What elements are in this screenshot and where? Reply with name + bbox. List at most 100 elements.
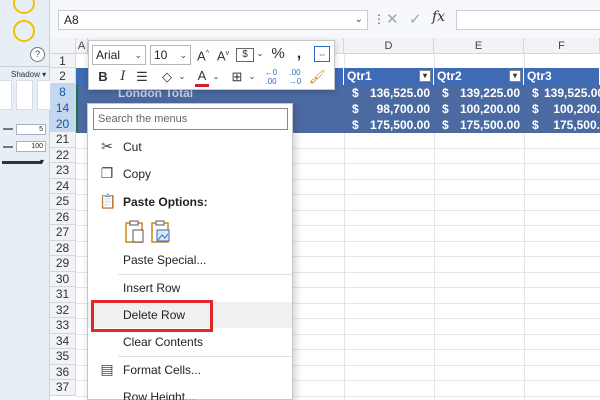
row-header-28[interactable]: 28: [50, 240, 76, 256]
bold-icon[interactable]: B: [96, 68, 110, 86]
merge-center-icon[interactable]: ⇔: [314, 46, 330, 62]
filter-dropdown-icon[interactable]: ▾: [419, 70, 431, 82]
cell-currency-symbol[interactable]: $: [352, 85, 359, 101]
cell-currency-symbol[interactable]: $: [352, 101, 359, 117]
row-header-26[interactable]: 26: [50, 209, 76, 225]
row-header-22[interactable]: 22: [50, 147, 76, 163]
circle-shape-icon[interactable]: [13, 0, 35, 14]
comma-style-icon[interactable]: ,: [293, 45, 305, 63]
column-header-d[interactable]: D: [344, 38, 434, 54]
row-header-31[interactable]: 31: [50, 287, 76, 303]
formula-input[interactable]: [456, 10, 600, 30]
chevron-down-icon[interactable]: ⌄: [179, 46, 187, 64]
row-header-25[interactable]: 25: [50, 194, 76, 210]
cell-value[interactable]: 175,500.: [544, 117, 600, 133]
check-icon[interactable]: ✓: [409, 10, 422, 28]
column-header-e[interactable]: E: [434, 38, 524, 54]
percent-style-icon[interactable]: %: [270, 45, 286, 63]
shadow-label[interactable]: Shadow ▾: [11, 70, 46, 79]
cell-currency-symbol[interactable]: $: [442, 101, 449, 117]
cell-currency-symbol[interactable]: $: [532, 117, 539, 133]
row-header-34[interactable]: 34: [50, 333, 76, 349]
row-header-36[interactable]: 36: [50, 364, 76, 380]
spin-input[interactable]: 5: [16, 124, 46, 135]
header-cell-qtr1[interactable]: Qtr1 ▾: [344, 68, 434, 85]
accounting-format-icon[interactable]: $: [236, 48, 254, 62]
row-header-2[interactable]: 2: [50, 68, 76, 84]
cell-value[interactable]: 100,200.00: [454, 101, 520, 117]
menu-item-row-height[interactable]: Row Height...: [88, 384, 292, 400]
format-painter-icon[interactable]: 🖌: [309, 68, 326, 86]
cell-value[interactable]: 139,225.00: [454, 85, 520, 101]
fill-color-icon[interactable]: ◇: [159, 68, 175, 86]
row-header-24[interactable]: 24: [50, 178, 76, 194]
paste-picture-icon[interactable]: [150, 220, 172, 244]
menu-search-input[interactable]: Search the menus: [93, 108, 288, 130]
column-header-a[interactable]: A: [76, 38, 88, 54]
more-icon[interactable]: ⋮: [373, 12, 385, 26]
decrease-font-size-icon[interactable]: Av: [215, 45, 231, 65]
spin-input[interactable]: 100: [16, 141, 46, 152]
italic-icon[interactable]: I: [116, 68, 130, 86]
row-header-30[interactable]: 30: [50, 271, 76, 287]
select-all-corner[interactable]: [50, 38, 76, 54]
header-cell-qtr3[interactable]: Qtr3: [524, 68, 600, 85]
menu-item-cut[interactable]: ✂ Cut: [88, 134, 292, 160]
font-size-select[interactable]: 10 ⌄: [150, 45, 191, 65]
chevron-down-icon[interactable]: ⌄: [177, 68, 187, 86]
row-header-27[interactable]: 27: [50, 225, 76, 241]
decrease-decimal-icon[interactable]: .00 →0: [285, 68, 305, 86]
circle-shape-icon[interactable]: [13, 20, 35, 42]
cell-value[interactable]: 100,200.: [544, 101, 600, 117]
name-box[interactable]: A8 ⌄: [58, 10, 368, 30]
chevron-down-icon[interactable]: ⌄: [134, 46, 142, 64]
cell-currency-symbol[interactable]: $: [532, 101, 539, 117]
chevron-down-icon[interactable]: ⌄: [247, 68, 257, 86]
menu-item-paste-special[interactable]: Paste Special...: [88, 247, 292, 273]
cell-currency-symbol[interactable]: $: [352, 117, 359, 133]
chevron-down-icon[interactable]: ⌄: [211, 68, 221, 86]
row-header-37[interactable]: 37: [50, 380, 76, 396]
shadow-preset-tile[interactable]: [0, 80, 12, 110]
header-cell-qtr2[interactable]: Qtr2 ▾: [434, 68, 524, 85]
column-header-f[interactable]: F: [524, 38, 600, 54]
cell-value[interactable]: 139,525.00: [544, 85, 600, 101]
line-weight-icon[interactable]: [2, 161, 42, 164]
cell-currency-symbol[interactable]: $: [532, 85, 539, 101]
menu-item-insert-row[interactable]: Insert Row: [88, 275, 292, 301]
align-center-icon[interactable]: ☰: [135, 68, 149, 86]
font-name-select[interactable]: Arial ⌄: [92, 45, 146, 65]
row-header-23[interactable]: 23: [50, 163, 76, 179]
cell-value[interactable]: 175,500.00: [454, 117, 520, 133]
font-color-icon[interactable]: A: [195, 68, 209, 87]
row-header-14[interactable]: 14: [50, 100, 76, 116]
row-header-20[interactable]: 20: [50, 116, 76, 132]
increase-font-size-icon[interactable]: A^: [195, 45, 211, 65]
row-header-35[interactable]: 35: [50, 349, 76, 365]
chevron-down-icon[interactable]: ⌄: [255, 45, 265, 63]
menu-item-copy[interactable]: ❐ Copy: [88, 161, 292, 187]
filter-dropdown-icon[interactable]: ▾: [509, 70, 521, 82]
row-header-33[interactable]: 33: [50, 318, 76, 334]
cell-value[interactable]: 136,525.00: [364, 85, 430, 101]
chevron-down-icon[interactable]: ▾: [40, 157, 44, 166]
increase-decimal-icon[interactable]: ←0.00: [261, 68, 281, 86]
cell-currency-symbol[interactable]: $: [442, 85, 449, 101]
cancel-icon[interactable]: ✕: [386, 10, 399, 28]
insert-function-icon[interactable]: fx: [432, 9, 445, 25]
cell-value[interactable]: 175,500.00: [364, 117, 430, 133]
row-header-29[interactable]: 29: [50, 256, 76, 272]
menu-item-clear-contents[interactable]: Clear Contents: [88, 329, 292, 355]
menu-item-format-cells[interactable]: ▤ Format Cells...: [88, 357, 292, 383]
row-header-32[interactable]: 32: [50, 302, 76, 318]
paste-icon[interactable]: [124, 220, 146, 244]
row-header-1[interactable]: 1: [50, 54, 76, 68]
cell-currency-symbol[interactable]: $: [442, 117, 449, 133]
cell-value[interactable]: 98,700.00: [364, 101, 430, 117]
help-icon[interactable]: ?: [30, 47, 45, 62]
shadow-preset-tile[interactable]: [16, 80, 33, 110]
borders-icon[interactable]: ⊞: [229, 68, 245, 86]
row-header-8[interactable]: 8: [50, 84, 76, 100]
chevron-down-icon[interactable]: ⌄: [355, 11, 363, 29]
row-header-21[interactable]: 21: [50, 132, 76, 148]
